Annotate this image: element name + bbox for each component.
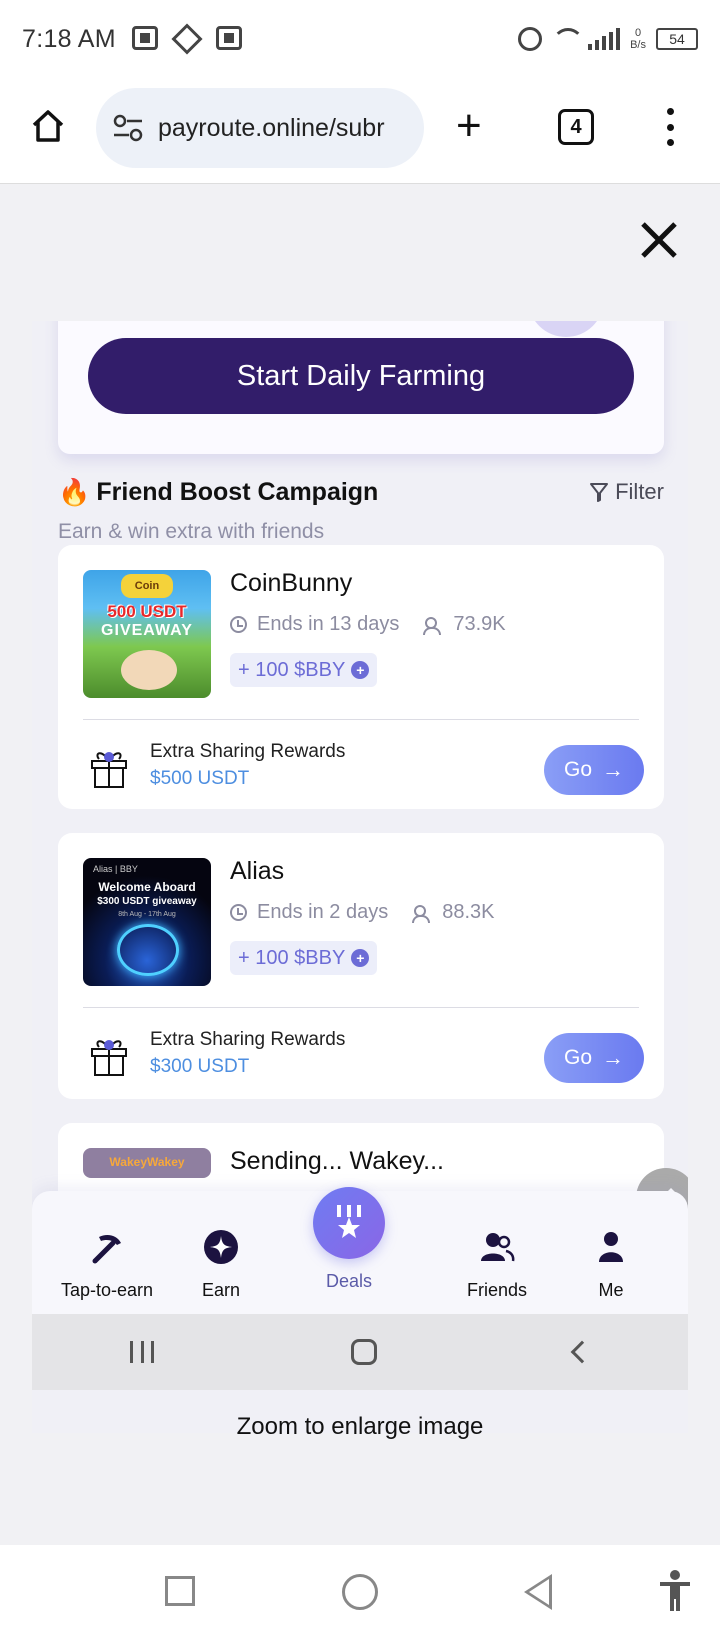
more-vert-icon[interactable] [664, 108, 676, 146]
start-farming-button[interactable]: Start Daily Farming [88, 338, 634, 414]
arrow-right-icon: → [602, 757, 624, 782]
campaign-card[interactable]: Coin 500 USDT GIVEAWAY CoinBunny Ends in… [58, 545, 664, 809]
status-bar: 7:18 AM 0 B/s 54 [0, 0, 720, 78]
app-screenshot[interactable]: Start Daily Farming 🔥 Friend Boost Campa… [32, 321, 688, 1433]
new-tab-button[interactable]: + [456, 104, 482, 148]
gift-icon [91, 752, 127, 788]
back-icon [570, 1340, 593, 1364]
campaign-name: Alias [230, 857, 285, 885]
home-button[interactable] [342, 1574, 378, 1610]
app-notification-icon [171, 23, 203, 55]
app-notification-icon [215, 26, 242, 50]
app-bottom-nav: Tap-to-earn Earn Deals Friends Me [32, 1187, 688, 1314]
tabs-button[interactable]: 4 [558, 109, 594, 145]
notification-icons [131, 23, 242, 55]
nav-me[interactable]: Me [546, 1229, 676, 1301]
pickaxe-icon [92, 1235, 121, 1264]
deals-fab[interactable] [313, 1187, 385, 1259]
divider [83, 1007, 639, 1008]
signal-icon [588, 28, 621, 50]
zoom-caption: Zoom to enlarge image [236, 1413, 484, 1440]
reward-badge: + 100 $BBY + [230, 653, 378, 687]
reward-badge: + 100 $BBY + [230, 941, 378, 975]
campaign-name: Sending... Wakey... [230, 1147, 444, 1175]
network-speed: 0 B/s [630, 27, 646, 51]
clock-time: 7:18 AM [22, 24, 116, 53]
image-viewer: Start Daily Farming 🔥 Friend Boost Campa… [0, 185, 720, 1545]
system-status-icons: 0 B/s 54 [518, 27, 698, 51]
campaign-section-header: 🔥 Friend Boost Campaign Earn & win extra… [58, 477, 664, 544]
users-icon [423, 616, 445, 635]
wifi-icon [552, 28, 585, 50]
campaign-meta: Ends in 13 days 73.9K [230, 613, 506, 636]
flame-icon: 🔥 [58, 477, 91, 507]
extra-rewards-label: Extra Sharing Rewards [150, 1029, 346, 1050]
sparkle-icon [204, 1230, 238, 1264]
url-text: payroute.online/subr [158, 113, 385, 142]
section-title: 🔥 Friend Boost Campaign [58, 477, 379, 507]
back-button[interactable] [524, 1574, 552, 1610]
campaign-card[interactable]: Alias | BBY Welcome Aboard $300 USDT giv… [58, 833, 664, 1099]
nav-friends[interactable]: Friends [432, 1229, 562, 1301]
arrow-right-icon: → [602, 1045, 624, 1070]
divider [83, 719, 639, 720]
campaign-meta: Ends in 2 days 88.3K [230, 901, 494, 924]
gift-icon [91, 1040, 127, 1076]
farming-card: Start Daily Farming [58, 321, 664, 454]
accessibility-icon[interactable] [658, 1569, 692, 1613]
extra-rewards-value: $300 USDT [150, 1056, 250, 1077]
plus-circle-icon: + [351, 661, 370, 679]
recents-icon [130, 1341, 155, 1363]
person-icon [599, 1232, 623, 1262]
system-nav-bar [0, 1545, 720, 1640]
extra-rewards-label: Extra Sharing Rewards [150, 741, 346, 762]
browser-toolbar: payroute.online/subr + 4 [0, 78, 720, 184]
rocket-illustration [528, 321, 604, 337]
app-notification-icon [131, 26, 158, 50]
close-icon[interactable] [638, 219, 680, 261]
nav-earn[interactable]: Earn [156, 1229, 286, 1301]
battery-icon: 54 [656, 28, 698, 50]
filter-icon [590, 483, 609, 502]
plus-circle-icon: + [351, 949, 370, 967]
clock-icon [230, 616, 247, 633]
filter-button[interactable]: Filter [589, 479, 664, 505]
campaign-thumbnail: Coin 500 USDT GIVEAWAY [83, 570, 211, 698]
address-bar[interactable]: payroute.online/subr [96, 88, 424, 168]
campaign-thumbnail: WakeyWakey [83, 1148, 211, 1178]
go-button[interactable]: Go → [544, 745, 644, 795]
tune-icon[interactable] [112, 114, 144, 142]
clock-icon [230, 904, 247, 921]
extra-rewards-value: $500 USDT [150, 768, 250, 789]
users-icon [412, 904, 434, 923]
campaign-thumbnail: Alias | BBY Welcome Aboard $300 USDT giv… [83, 858, 211, 986]
screenshot-system-nav [32, 1314, 688, 1390]
nav-deals[interactable]: Deals [284, 1271, 414, 1292]
recents-button[interactable] [165, 1576, 195, 1606]
home-icon[interactable] [30, 108, 66, 144]
campaign-name: CoinBunny [230, 569, 353, 597]
section-subtitle: Earn & win extra with friends [58, 520, 325, 543]
friends-icon [481, 1233, 515, 1262]
nav-tap-to-earn[interactable]: Tap-to-earn [42, 1229, 172, 1301]
home-icon [350, 1339, 377, 1365]
go-button[interactable]: Go → [544, 1033, 644, 1083]
deals-icon [337, 1205, 361, 1238]
alarm-icon [518, 27, 543, 51]
